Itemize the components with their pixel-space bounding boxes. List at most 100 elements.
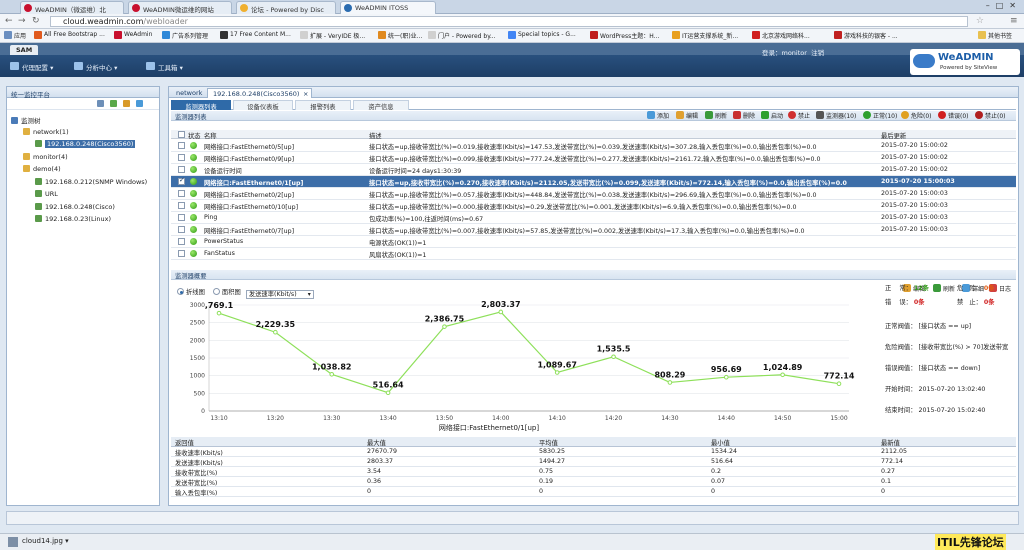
monitor-row[interactable]: 网络接口:FastEthernet0/9[up] 接口状态=up,接收带宽比(%)… <box>171 152 1016 164</box>
bookmark-star-icon[interactable]: ☆ <box>976 16 984 26</box>
edit-icon[interactable] <box>123 100 130 107</box>
subtab-dashboard[interactable]: 设备仪表板 <box>233 100 293 111</box>
select-all-checkbox[interactable] <box>178 131 185 138</box>
col-description[interactable]: 描述 <box>369 131 382 140</box>
menu-proxy-config[interactable]: 代理配置 ▾ <box>10 62 53 72</box>
bookmark-item[interactable]: All Free Bootstrap ... <box>34 31 105 39</box>
add-button[interactable]: 添加 <box>647 111 669 120</box>
monitor-row[interactable]: PowerStatus 电源状态(OK(1))=1 <box>171 236 1016 248</box>
refresh-button[interactable]: 刷新 <box>705 111 727 120</box>
subtab-asset-info[interactable]: 资产信息 <box>353 100 409 111</box>
monitor-row[interactable]: 网络接口:FastEthernet0/7[up] 接口状态=up,接收带宽比(%)… <box>171 224 1016 236</box>
favicon-icon <box>132 4 140 12</box>
add-icon[interactable] <box>110 100 117 107</box>
y-tick-label: 1000 <box>190 373 205 380</box>
normal-count[interactable]: 正常(10) <box>863 111 897 120</box>
tree-node[interactable]: 192.168.0.212(SNMP Windows) <box>35 177 147 186</box>
forward-icon[interactable]: → <box>18 16 26 26</box>
bookmark-item[interactable]: 北京游戏网络科... <box>752 31 810 40</box>
download-item[interactable]: cloud14.jpg ▾ <box>8 537 69 547</box>
subtab-alarm-list[interactable]: 报警列表 <box>295 100 351 111</box>
refresh-icon[interactable] <box>136 100 143 107</box>
monitor-row[interactable]: FanStatus 风扇状态(OK(1))=1 <box>171 248 1016 260</box>
row-checkbox[interactable] <box>178 250 185 257</box>
monitor-last-update: 2015-07-20 15:00:02 <box>881 154 948 161</box>
row-checkbox[interactable] <box>178 214 185 221</box>
col-last-update[interactable]: 最后更新 <box>881 131 906 140</box>
browser-tab[interactable]: WeADMIN微运维的网站 <box>128 1 232 14</box>
error-count[interactable]: 错误(0) <box>938 111 969 120</box>
col-status[interactable]: 状态 <box>188 131 201 140</box>
close-icon[interactable]: × <box>303 90 308 98</box>
disabled-count[interactable]: 禁止(0) <box>975 111 1006 120</box>
bookmark-item[interactable]: 扩展 - VeryIDE 极... <box>300 31 365 40</box>
bookmark-item[interactable]: 统一(职)业... <box>378 31 422 40</box>
url-input[interactable]: cloud.weadmin.com/webloader <box>50 16 968 27</box>
bookmark-item[interactable]: 游戏科技的银客 - ... <box>834 31 898 40</box>
monitor-row[interactable]: ✓ 网络接口:FastEthernet0/1[up] 接口状态=up,接收带宽比(%… <box>171 176 1016 188</box>
row-checkbox[interactable] <box>178 238 185 245</box>
sam-tab[interactable]: SAM <box>10 45 39 55</box>
search-icon[interactable] <box>97 100 104 107</box>
tree-node[interactable]: 192.168.0.23(Linux) <box>35 215 111 223</box>
edit-button[interactable]: 编辑 <box>676 111 698 120</box>
disable-button[interactable]: 禁止 <box>788 111 810 120</box>
monitor-row[interactable]: 网络接口:FastEthernet0/10[up] 接口状态=up,接收带宽比(%… <box>171 200 1016 212</box>
group-icon <box>11 117 18 124</box>
window-controls[interactable]: –□✕ <box>986 1 1022 10</box>
x-tick-label: 13:10 <box>210 415 227 422</box>
stat-error: 错 误： 0条 <box>885 299 925 306</box>
start-button[interactable]: 启动 <box>761 111 783 120</box>
monitor-row[interactable]: 网络接口:FastEthernet0/2[up] 接口状态=up,接收带宽比(%)… <box>171 188 1016 200</box>
menu-icon[interactable]: ≡ <box>1010 16 1018 26</box>
row-checkbox[interactable] <box>178 166 185 173</box>
row-checkbox[interactable] <box>178 154 185 161</box>
bookmark-item[interactable]: 门户 - Powered by... <box>428 31 496 40</box>
col-name[interactable]: 名称 <box>204 131 217 140</box>
radio-line-chart[interactable]: 折线图 <box>177 288 205 296</box>
row-checkbox[interactable] <box>178 190 185 197</box>
data-point <box>442 324 447 329</box>
row-checkbox[interactable] <box>178 226 185 233</box>
data-point <box>836 381 842 387</box>
browser-tab[interactable]: 论坛 - Powered by Disc <box>236 1 336 14</box>
metric-select[interactable]: 发送速率(Kbit/s) <box>245 290 314 299</box>
bookmark-item[interactable]: 广告系列管理 <box>162 31 208 40</box>
tree-node[interactable]: URL <box>35 190 58 198</box>
bookmark-item[interactable]: Special topics - G... <box>508 31 576 39</box>
bookmark-item[interactable]: WordPress主题：H... <box>590 31 659 40</box>
tab-device[interactable]: 192.168.0.248(Cisco3560) × <box>207 88 313 98</box>
menu-toolbox[interactable]: 工具箱 ▾ <box>146 62 183 72</box>
browser-tab-active[interactable]: WeADMIN ITOSS <box>340 1 436 14</box>
tree-node[interactable]: demo(4) <box>23 165 61 173</box>
monitor-row[interactable]: Ping 包成功率(%)=100,往返时间(ms)=0.67 2015-07-20 … <box>171 212 1016 224</box>
bookmark-item[interactable]: 应用 <box>4 31 26 40</box>
bookmark-item[interactable]: 17 Free Content M... <box>220 31 291 39</box>
tree-node[interactable]: network(1) <box>23 127 69 136</box>
tree-node[interactable]: 监测树 <box>11 115 41 125</box>
tree-node[interactable]: 192.168.0.248(Cisco) <box>35 202 115 211</box>
monitors-count[interactable]: 监测器(10) <box>816 111 856 120</box>
tree-node[interactable]: 192.168.0.248(Cisco3560) <box>35 140 136 148</box>
delete-button[interactable]: 删除 <box>733 111 755 120</box>
monitor-row[interactable]: 网络接口:FastEthernet0/5[up] 接口状态=up,接收带宽比(%)… <box>171 140 1016 152</box>
tab-network[interactable]: network <box>171 88 207 98</box>
bookmark-item[interactable]: IT运营支撑系统_新... <box>672 31 738 40</box>
bookmark-item[interactable]: WeAdmin <box>114 31 152 39</box>
tree-node-label: network(1) <box>33 127 69 136</box>
subtab-monitor-list[interactable]: 监测器列表 <box>171 100 231 111</box>
menu-analysis-center[interactable]: 分析中心 ▾ <box>74 62 117 72</box>
logout-link[interactable]: 注销 <box>811 49 824 57</box>
danger-count[interactable]: 危险(0) <box>901 111 932 120</box>
reload-icon[interactable]: ↻ <box>32 16 40 26</box>
back-icon[interactable]: ← <box>5 16 13 26</box>
browser-tab[interactable]: WeADMIN（微运维）北 <box>20 1 124 14</box>
row-checkbox[interactable] <box>178 202 185 209</box>
radio-area-chart[interactable]: 面积图 <box>212 288 241 296</box>
bookmark-folder[interactable]: 其他书签 <box>978 31 1012 40</box>
tree-node[interactable]: monitor(4) <box>23 152 68 161</box>
monitor-row[interactable]: 设备运行时间 设备运行时间=24 days1:30:39 2015-07-20 15… <box>171 164 1016 176</box>
row-checkbox[interactable]: ✓ <box>178 176 185 185</box>
overview-refresh-button[interactable]: 刷新 <box>933 284 955 293</box>
row-checkbox[interactable] <box>178 142 185 149</box>
